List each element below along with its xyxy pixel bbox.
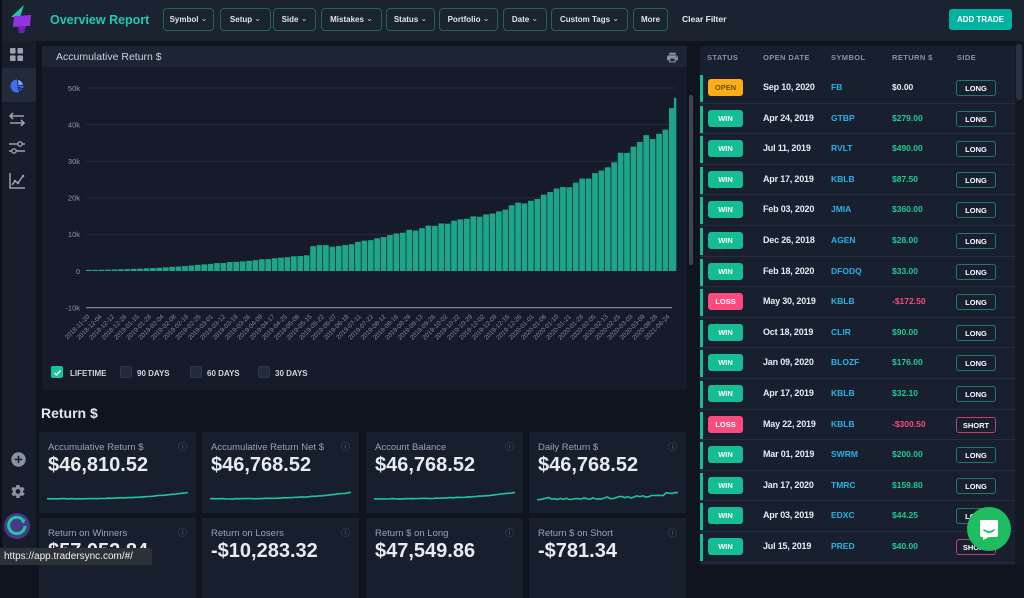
svg-text:-10k: -10k xyxy=(65,303,80,312)
svg-text:30k: 30k xyxy=(68,157,80,166)
svg-text:10k: 10k xyxy=(68,230,80,239)
svg-text:50k: 50k xyxy=(68,84,80,93)
svg-text:40k: 40k xyxy=(68,120,80,129)
svg-text:20k: 20k xyxy=(68,194,80,203)
svg-text:0: 0 xyxy=(76,267,80,276)
